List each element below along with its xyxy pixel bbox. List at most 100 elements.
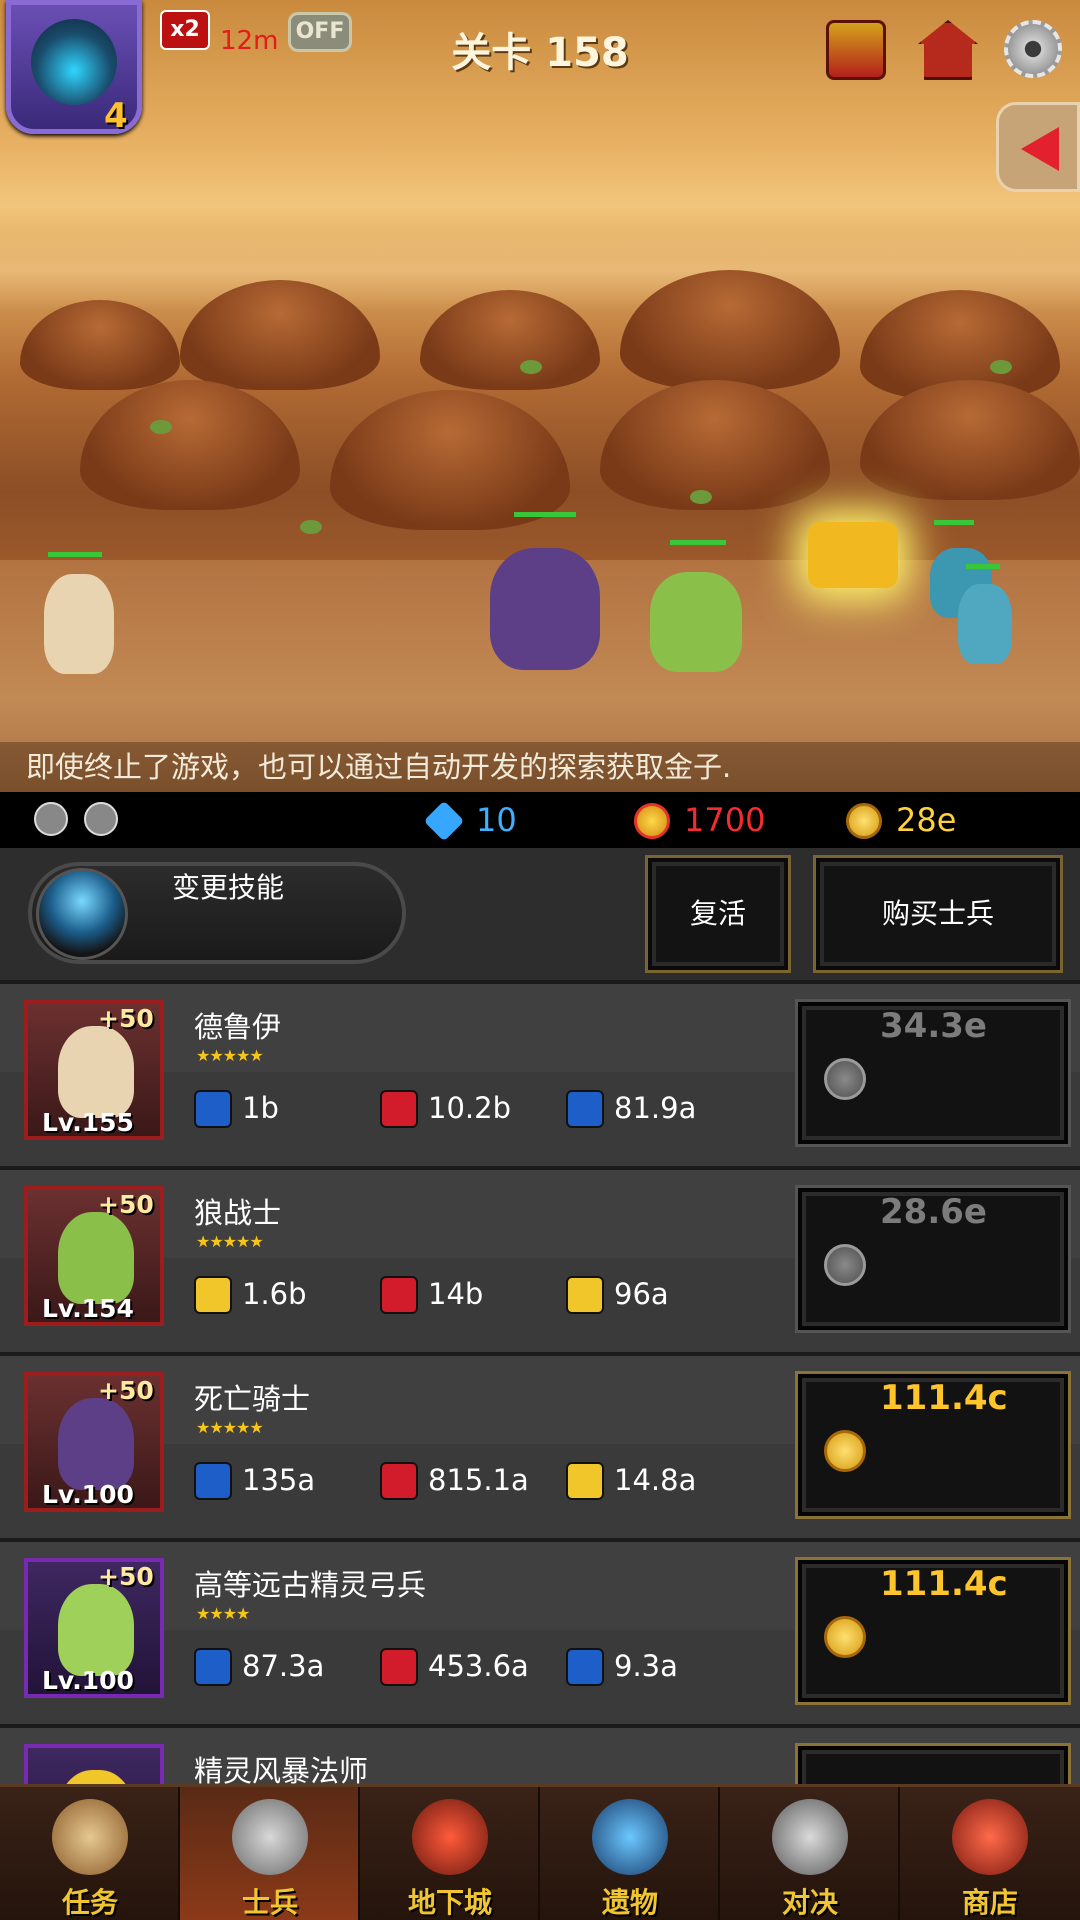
health-value: 14b [428, 1277, 484, 1311]
upgrade-button[interactable]: 111.4c [798, 1374, 1068, 1516]
shield-icon [566, 1276, 604, 1314]
death-knight-unit[interactable] [490, 548, 600, 670]
monster-plant-icon [412, 1799, 488, 1875]
coin-icon [824, 1616, 866, 1658]
bottom-nav: 任务 士兵 地下城 遗物 对决 商店 [0, 1784, 1080, 1920]
buy-soldier-button[interactable]: 购买士兵 [816, 858, 1060, 970]
shop-icon [952, 1799, 1028, 1875]
scroll-icon [52, 1799, 128, 1875]
cat-face-icon[interactable] [34, 802, 68, 836]
hp-bar [48, 552, 102, 557]
upgrade-button[interactable]: 28.6e [798, 1188, 1068, 1330]
heart-icon [380, 1276, 418, 1314]
bush [300, 520, 322, 534]
health-value: 453.6a [428, 1649, 529, 1683]
bush [150, 420, 172, 434]
soldier-row: +50 Lv.100 死亡骑士 ★★★★★ 135a 815.1a 14.8a … [0, 1356, 1080, 1538]
coin-icon [824, 1430, 866, 1472]
hp-bar [670, 540, 726, 545]
bush [690, 490, 712, 504]
attack-value: 1b [242, 1091, 279, 1125]
soldier-list[interactable]: +50 Lv.155 德鲁伊 ★★★★★ 1b 10.2b 81.9a 34.3… [0, 984, 1080, 1784]
nav-label: 士兵 [241, 1886, 298, 1919]
nav-label: 任务 [61, 1886, 118, 1919]
enemy-unit[interactable] [958, 584, 1012, 664]
bonus-badge: +50 [98, 1376, 154, 1405]
soldier-portrait[interactable] [24, 1744, 164, 1784]
currency-bar: 10 1700 28e [0, 792, 1080, 848]
rock-mound [330, 390, 570, 530]
nav-label: 商店 [961, 1886, 1018, 1919]
soldier-name: 德鲁伊 [194, 1010, 282, 1044]
coin-icon [824, 1058, 866, 1100]
side-panel-toggle[interactable] [996, 102, 1080, 192]
treasure-chest[interactable] [808, 522, 898, 588]
medal-icon [634, 803, 670, 839]
nav-tab-dungeon[interactable]: 地下城 [360, 1787, 540, 1920]
nav-label: 遗物 [601, 1886, 658, 1919]
star-rating: ★★★★★ [196, 1046, 264, 1065]
wolf-warrior-icon [58, 1212, 134, 1304]
upgrade-button[interactable] [798, 1746, 1068, 1784]
rock-mound [80, 380, 300, 510]
gold-coin-icon [846, 803, 882, 839]
soldier-portrait[interactable]: +50 Lv.154 [24, 1186, 164, 1326]
upgrade-button[interactable]: 111.4c [798, 1560, 1068, 1702]
gem-count: 10 [476, 801, 517, 839]
soldier-portrait[interactable]: +50 Lv.100 [24, 1372, 164, 1512]
defense-value: 96a [614, 1277, 669, 1311]
nav-tab-duel[interactable]: 对决 [720, 1787, 900, 1920]
hp-bar [966, 564, 1000, 569]
relic-orb-icon [592, 1799, 668, 1875]
upgrade-price: 34.3e [880, 1006, 987, 1046]
soldier-level: Lv.100 [42, 1480, 134, 1509]
attack-value: 87.3a [242, 1649, 325, 1683]
crossed-swords-icon [772, 1799, 848, 1875]
hp-bar [514, 512, 576, 517]
death-knight-icon [58, 1398, 134, 1490]
shield-icon [566, 1090, 604, 1128]
change-skill-button[interactable]: 变更技能 [28, 862, 406, 964]
upgrade-button[interactable]: 34.3e [798, 1002, 1068, 1144]
settings-gear-icon[interactable] [1004, 20, 1062, 78]
nav-tab-soldiers[interactable]: 士兵 [180, 1787, 360, 1920]
bonus-badge: +50 [98, 1004, 154, 1033]
magic-wand-icon [194, 1090, 232, 1128]
change-skill-label: 变更技能 [172, 871, 285, 904]
soldier-name: 狼战士 [194, 1196, 282, 1230]
soldier-portrait[interactable]: +50 Lv.100 [24, 1558, 164, 1698]
upgrade-price: 28.6e [880, 1192, 987, 1232]
guild-flag-icon[interactable] [826, 20, 886, 80]
nav-tab-shop[interactable]: 商店 [900, 1787, 1080, 1920]
soldier-row: +50 Lv.154 狼战士 ★★★★★ 1.6b 14b 96a 28.6e [0, 1170, 1080, 1352]
attack-value: 135a [242, 1463, 316, 1497]
avatar-level: 4 [104, 96, 128, 136]
health-value: 10.2b [428, 1091, 511, 1125]
heart-icon [380, 1462, 418, 1500]
defense-value: 14.8a [614, 1463, 697, 1497]
nav-tab-relics[interactable]: 遗物 [540, 1787, 720, 1920]
hint-text: 即使终止了游戏，也可以通过自动开发的探索获取金子. [0, 742, 1080, 792]
nav-tab-quests[interactable]: 任务 [0, 1787, 180, 1920]
star-rating: ★★★★ [196, 1604, 250, 1623]
soldier-portrait[interactable]: +50 Lv.155 [24, 1000, 164, 1140]
stage-title: 关卡 158 [451, 30, 629, 76]
rock-mound [20, 300, 180, 390]
rock-mound [600, 380, 830, 510]
arrow-left-icon [1021, 127, 1059, 171]
ninja-face-icon[interactable] [84, 802, 118, 836]
bush [990, 360, 1012, 374]
defense-value: 81.9a [614, 1091, 697, 1125]
medal-count: 1700 [684, 801, 766, 839]
soldier-name: 精灵风暴法师 [194, 1754, 369, 1784]
rock-mound [860, 380, 1080, 500]
nav-label: 地下城 [407, 1886, 492, 1919]
hp-bar [934, 520, 974, 525]
revive-button[interactable]: 复活 [648, 858, 788, 970]
attack-value: 1.6b [242, 1277, 307, 1311]
druid-icon [58, 1026, 134, 1118]
battle-scene: 4 x2 12m OFF 关卡 158 即使终止了游戏，也可以通过自动开发的探索… [0, 0, 1080, 792]
soldier-row: +50 Lv.100 高等远古精灵弓兵 ★★★★ 87.3a 453.6a 9.… [0, 1542, 1080, 1724]
druid-unit[interactable] [44, 574, 114, 674]
wolf-warrior-unit[interactable] [650, 572, 742, 672]
